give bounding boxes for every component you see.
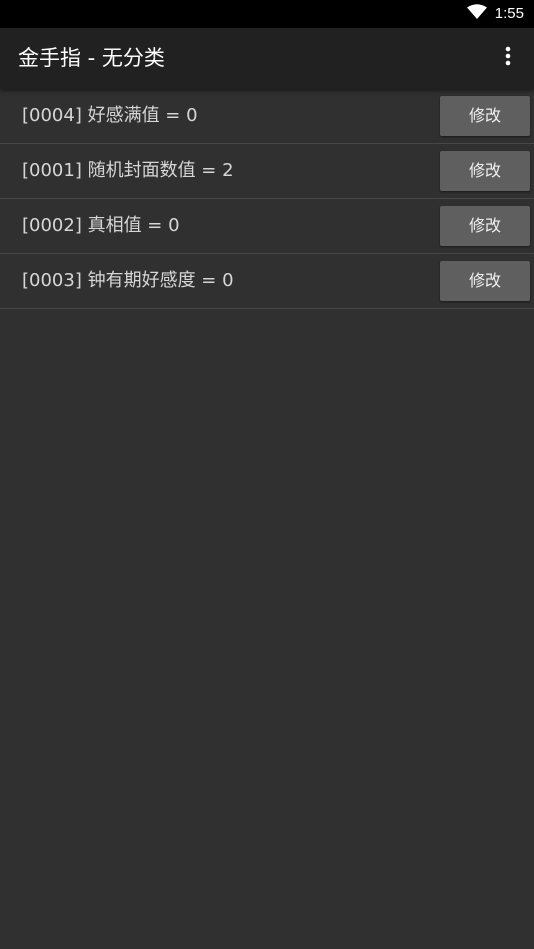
list-item: [0002] 真相值 = 0 修改: [0, 199, 534, 254]
cheat-list: [0004] 好感满值 = 0 修改 [0001] 随机封面数值 = 2 修改 …: [0, 89, 534, 309]
cheat-label: [0004] 好感满值 = 0: [22, 105, 198, 126]
list-item: [0003] 钟有期好感度 = 0 修改: [0, 254, 534, 309]
wifi-icon: [466, 4, 487, 24]
cheat-label: [0003] 钟有期好感度 = 0: [22, 270, 234, 291]
list-item: [0001] 随机封面数值 = 2 修改: [0, 144, 534, 199]
status-time: 1:55: [494, 5, 524, 22]
edit-button[interactable]: 修改: [440, 96, 530, 136]
edit-button[interactable]: 修改: [440, 206, 530, 246]
cheat-label: [0001] 随机封面数值 = 2: [22, 160, 234, 181]
status-bar: 1:55: [0, 0, 534, 28]
cheat-label: [0002] 真相值 = 0: [22, 215, 180, 236]
page-title: 金手指 - 无分类: [18, 46, 165, 70]
overflow-menu-button[interactable]: [492, 42, 524, 74]
app-bar: 金手指 - 无分类: [0, 28, 534, 89]
edit-button[interactable]: 修改: [440, 151, 530, 191]
list-item: [0004] 好感满值 = 0 修改: [0, 89, 534, 144]
status-icons: 1:55: [466, 0, 524, 28]
edit-button[interactable]: 修改: [440, 261, 530, 301]
overflow-menu-icon: [505, 46, 511, 70]
